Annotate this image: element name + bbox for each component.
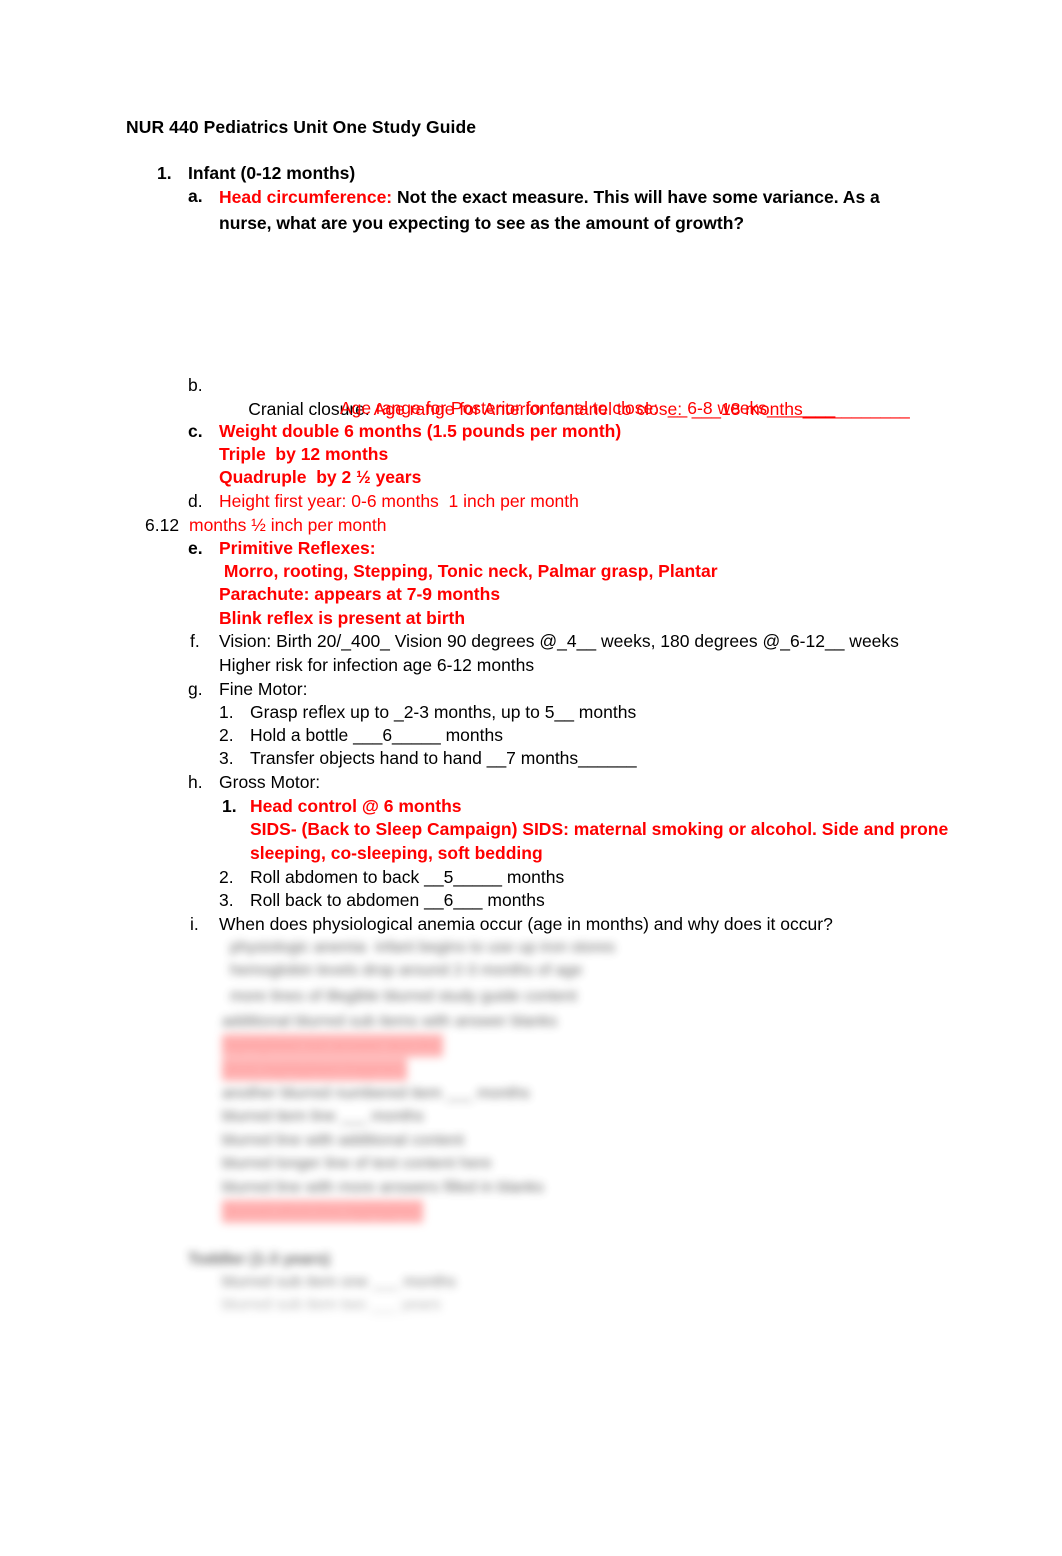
sids-line-2: sleeping, co-sleeping, soft bedding bbox=[250, 843, 543, 863]
gross-motor-marker-1: 1. bbox=[222, 796, 237, 816]
gross-motor-label: Gross Motor: bbox=[219, 772, 321, 792]
fine-motor-marker-3: 3. bbox=[219, 748, 234, 768]
infection-risk-line: Higher risk for infection age 6-12 month… bbox=[219, 655, 535, 675]
weight-triple-line: Triple by 12 months bbox=[219, 444, 389, 464]
height-first-year-line: Height first year: 0-6 months 1 inch per… bbox=[219, 491, 579, 511]
list-marker-h: h. bbox=[188, 772, 203, 792]
gross-motor-marker-3: 3. bbox=[219, 890, 234, 910]
obscured-heading: Toddler (1-3 years) bbox=[188, 1251, 330, 1268]
height-overflow-marker: 6.12 bbox=[145, 515, 180, 535]
obscured-line-11: blurred line with more answers filled in… bbox=[222, 1179, 544, 1196]
document-page: NUR 440 Pediatrics Unit One Study Guide … bbox=[0, 0, 1062, 1556]
list-item-infant: Infant (0-12 months) bbox=[188, 163, 356, 183]
obscured-line-12-highlight: blurred short line highlighted bbox=[222, 1200, 424, 1223]
anemia-question-line: When does physiological anemia occur (ag… bbox=[219, 914, 833, 934]
obscured-line-6-highlight: short highlighted fragment bbox=[222, 1058, 407, 1081]
roll-back-to-abdomen: Roll back to abdomen __6___ months bbox=[250, 890, 545, 910]
weight-quadruple-line: Quadruple by 2 ½ years bbox=[219, 467, 422, 487]
fine-motor-item-3: Transfer objects hand to hand __7 months… bbox=[250, 748, 637, 768]
fine-motor-item-2: Hold a bottle ___6_____ months bbox=[250, 725, 503, 745]
sids-line-1: SIDS- (Back to Sleep Campaign) SIDS: mat… bbox=[250, 819, 949, 839]
list-marker-1: 1. bbox=[157, 163, 172, 183]
obscured-line-10: blurred longer line of text content here bbox=[222, 1155, 492, 1172]
head-circumference-label: Head circumference: bbox=[219, 187, 393, 207]
roll-abdomen-to-back: Roll abdomen to back __5_____ months bbox=[250, 867, 565, 887]
primitive-reflexes-label: Primitive Reflexes: bbox=[219, 538, 376, 558]
primitive-reflexes-list: Morro, rooting, Stepping, Tonic neck, Pa… bbox=[219, 561, 718, 581]
blink-reflex-line: Blink reflex is present at birth bbox=[219, 608, 466, 628]
head-circumference-block: Head circumference: Not the exact measur… bbox=[219, 185, 919, 236]
parachute-reflex-line: Parachute: appears at 7-9 months bbox=[219, 584, 501, 604]
gross-motor-marker-2: 2. bbox=[219, 867, 234, 887]
bottom-fade-overlay bbox=[0, 1270, 1062, 1340]
obscured-line-9: blurred line with additional content bbox=[222, 1132, 464, 1149]
list-marker-a: a. bbox=[188, 186, 203, 206]
vision-line: Vision: Birth 20/_400_ Vision 90 degrees… bbox=[219, 631, 899, 651]
fine-motor-label: Fine Motor: bbox=[219, 679, 308, 699]
fine-motor-item-1: Grasp reflex up to _2-3 months, up to 5_… bbox=[250, 702, 637, 722]
list-marker-g: g. bbox=[188, 679, 203, 699]
obscured-line-3: more lines of illegible blurred study gu… bbox=[230, 988, 577, 1005]
obscured-line-1: physiologic anemia infant begins to use … bbox=[230, 939, 616, 956]
list-marker-e: e. bbox=[188, 538, 203, 558]
list-marker-c: c. bbox=[188, 421, 203, 441]
weight-double-line: Weight double 6 months (1.5 pounds per m… bbox=[219, 421, 622, 441]
height-overflow-text: months ½ inch per month bbox=[189, 515, 387, 535]
fine-motor-marker-1: 1. bbox=[219, 702, 234, 722]
obscured-line-5-highlight: highlighted red answer text line bbox=[222, 1034, 443, 1057]
list-marker-d: d. bbox=[188, 491, 203, 511]
head-control-line: Head control @ 6 months bbox=[250, 796, 462, 816]
list-marker-b: b. bbox=[188, 375, 203, 395]
obscured-line-7: another blurred numbered item ___ months bbox=[222, 1085, 530, 1102]
obscured-line-2: hemoglobin levels drop around 2-3 months… bbox=[230, 962, 583, 979]
page-title: NUR 440 Pediatrics Unit One Study Guide bbox=[126, 117, 477, 137]
posterior-fontanel-answer: Age range for Posterior fontanel to clos… bbox=[340, 398, 836, 418]
obscured-line-4: additional blurred sub items with answer… bbox=[222, 1013, 558, 1030]
list-marker-f: f. bbox=[190, 631, 200, 651]
fine-motor-marker-2: 2. bbox=[219, 725, 234, 745]
obscured-line-8: blurred item line ___ months bbox=[222, 1108, 424, 1125]
list-marker-i: i. bbox=[190, 914, 199, 934]
